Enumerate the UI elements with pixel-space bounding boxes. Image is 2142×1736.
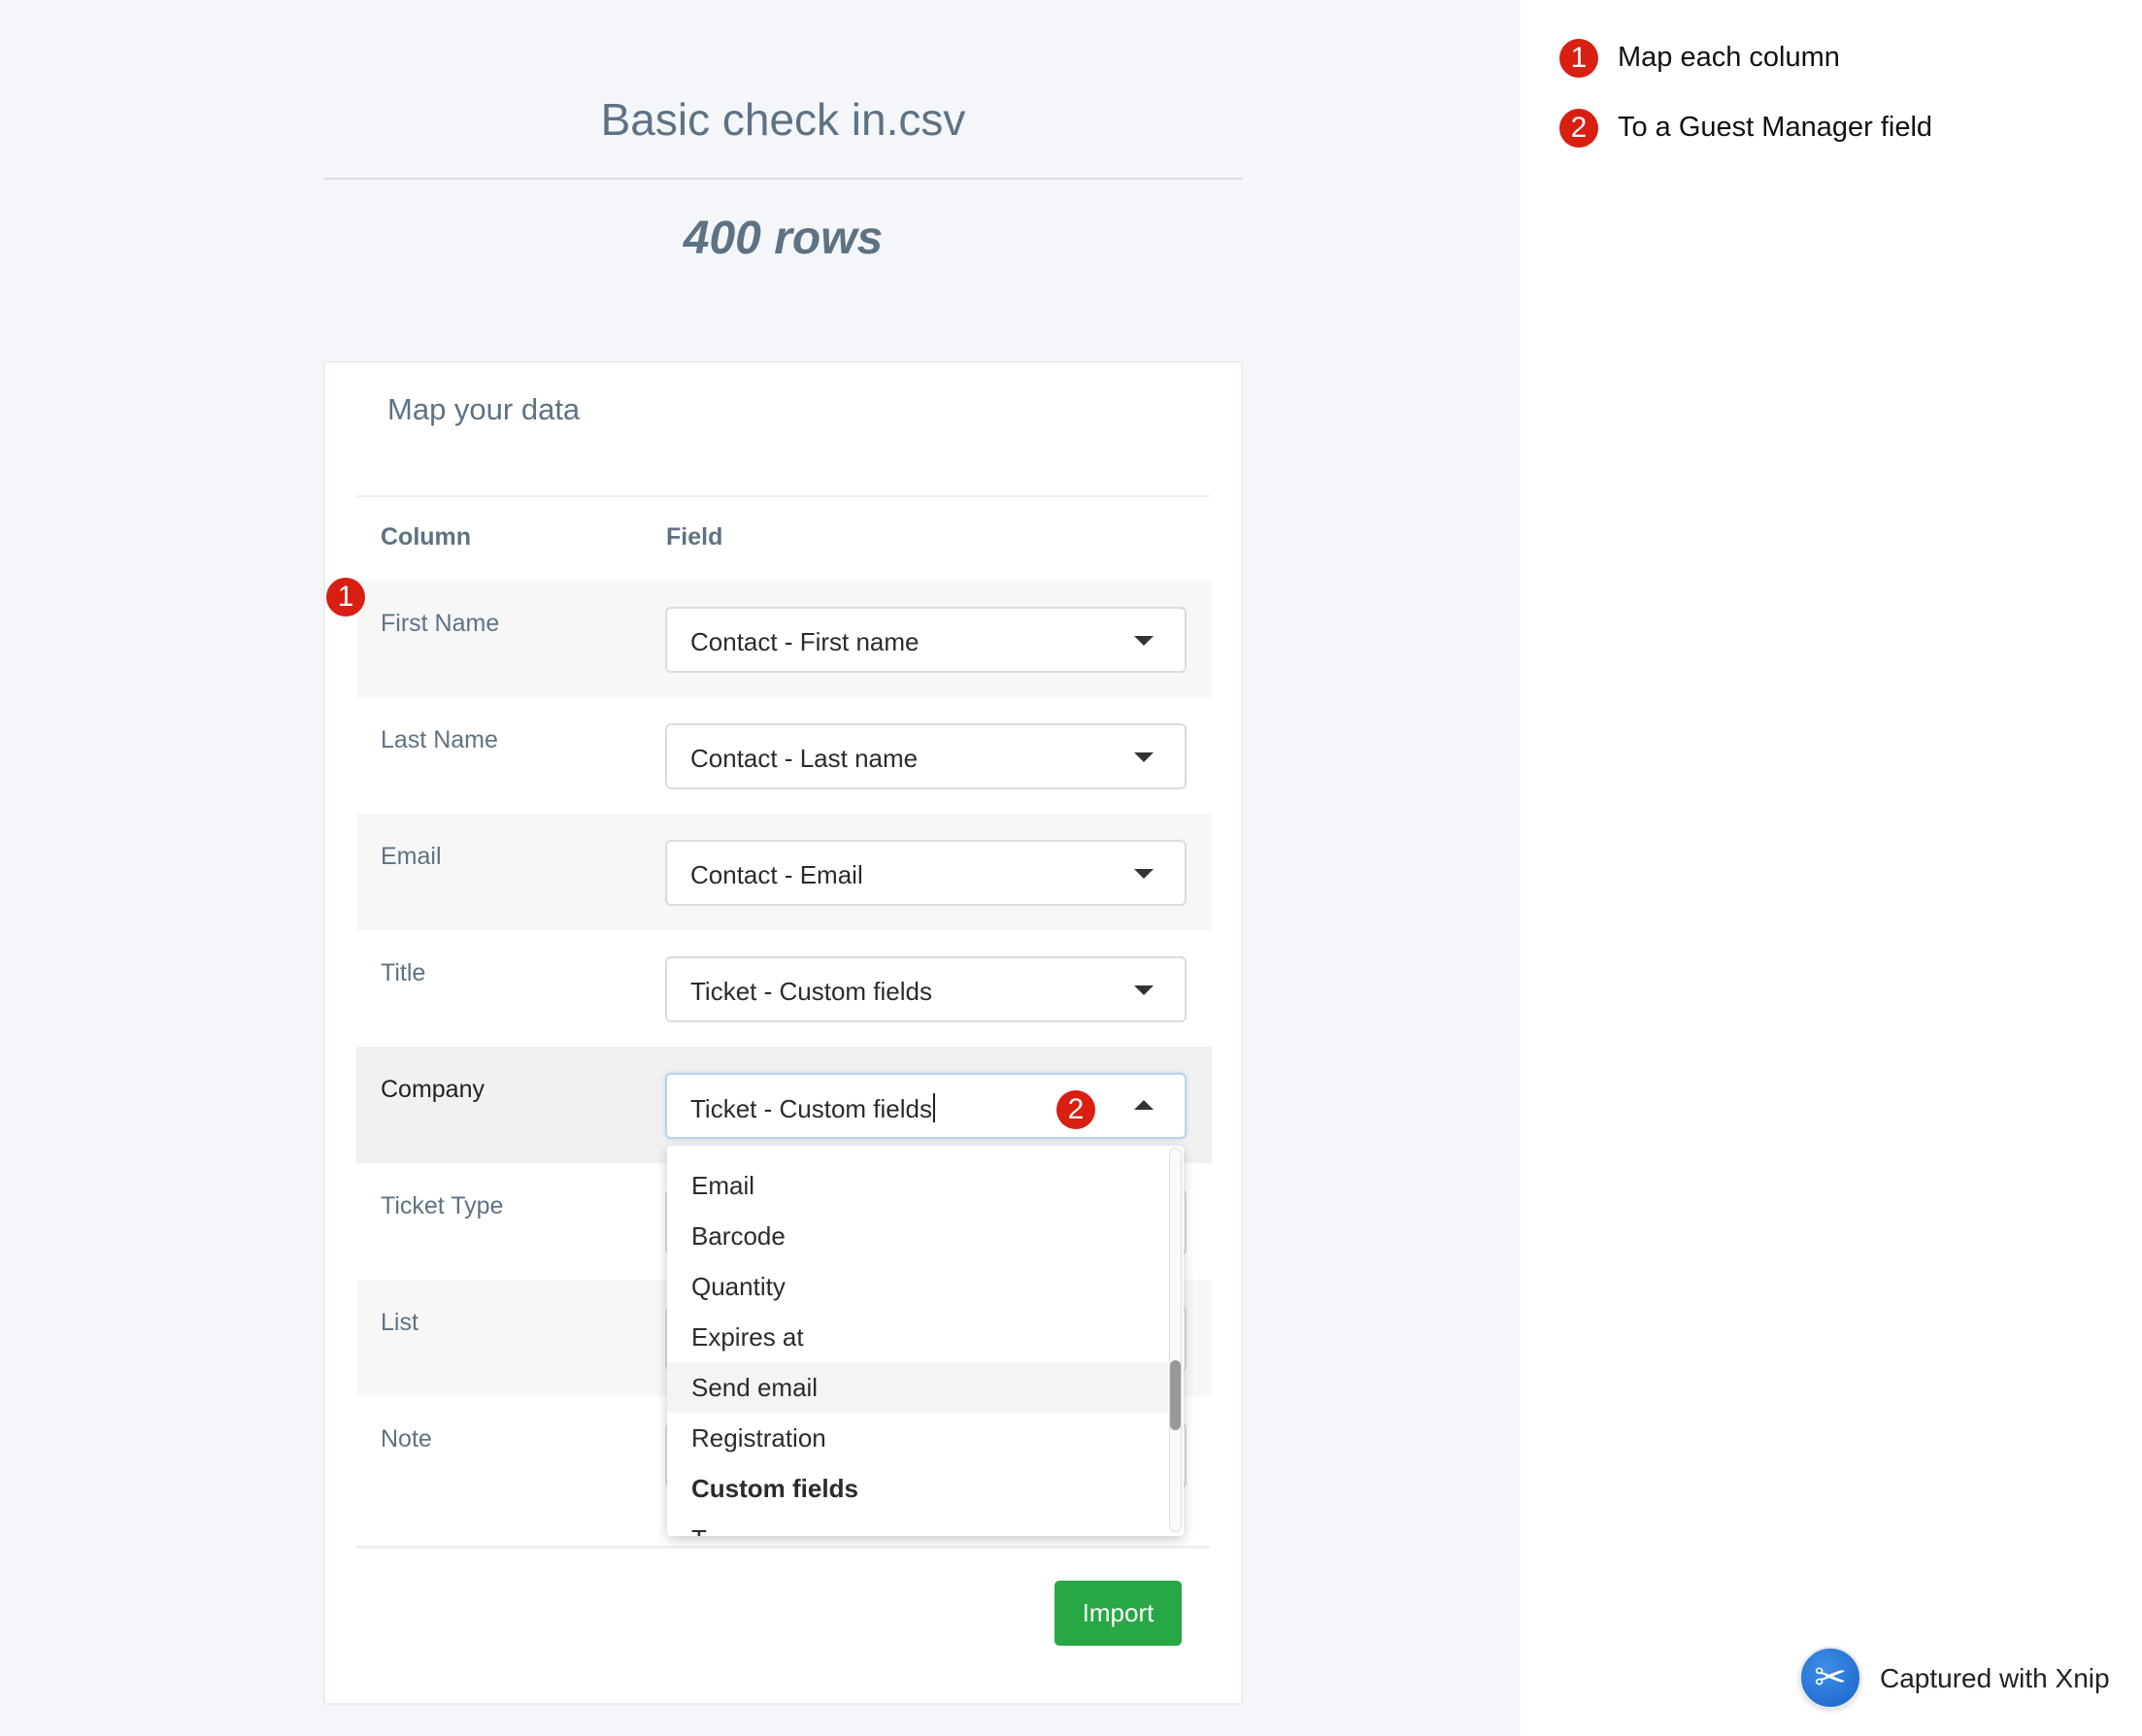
- mapping-row: Email Contact - Email: [356, 814, 1212, 930]
- field-select[interactable]: Contact - Last name: [665, 723, 1187, 789]
- select-value: Contact - First name: [690, 627, 920, 656]
- column-name: Ticket Type: [381, 1192, 504, 1219]
- legend-badge-1: 1: [1559, 39, 1598, 78]
- dropdown-option[interactable]: Quantity: [667, 1261, 1168, 1312]
- dropdown-group-label: Custom fields: [691, 1474, 858, 1503]
- scissors-icon: ✂: [1799, 1647, 1861, 1709]
- column-header: Column: [381, 523, 472, 551]
- column-name: List: [381, 1309, 418, 1336]
- annotation-badge-1: 1: [326, 578, 365, 617]
- annotation-badge-2: 2: [1056, 1090, 1095, 1129]
- field-select[interactable]: Ticket - Custom fields: [665, 956, 1187, 1022]
- dropdown-option[interactable]: Barcode: [667, 1211, 1168, 1261]
- header-divider: [356, 495, 1210, 497]
- column-name: Email: [381, 843, 442, 870]
- annotation-panel: [1521, 0, 2142, 1736]
- column-name: Title: [381, 959, 426, 986]
- column-name: Note: [381, 1425, 432, 1452]
- select-input[interactable]: Ticket - Custom fields: [690, 1093, 935, 1124]
- page-title: Basic check in.csv: [600, 94, 966, 145]
- dropdown-option[interactable]: Registration: [667, 1413, 1168, 1463]
- field-header: Field: [666, 523, 723, 551]
- select-value: Contact - Last name: [690, 744, 919, 773]
- caret-down-icon: [1134, 985, 1154, 995]
- dropdown-option-partial[interactable]: T...: [667, 1514, 1168, 1536]
- card-title: Map your data: [387, 392, 581, 426]
- title-divider: [323, 178, 1243, 180]
- dropdown-option-highlighted[interactable]: Send email: [667, 1362, 1168, 1413]
- select-value: Contact - Email: [690, 860, 863, 889]
- mapping-row: First Name Contact - First name: [356, 581, 1212, 697]
- select-value: Ticket - Custom fields: [690, 977, 932, 1006]
- mapping-row: Title Ticket - Custom fields: [356, 930, 1212, 1047]
- field-select[interactable]: Contact - Email: [665, 840, 1187, 906]
- scrollbar-thumb[interactable]: [1170, 1360, 1181, 1430]
- column-name: Company: [381, 1076, 485, 1103]
- mapping-row: Last Name Contact - Last name: [356, 697, 1212, 814]
- field-dropdown-menu: Email Barcode Quantity Expires at Send e…: [667, 1146, 1184, 1536]
- caret-down-icon: [1134, 869, 1154, 879]
- field-select[interactable]: Contact - First name: [665, 607, 1187, 673]
- scrollbar-track[interactable]: [1169, 1148, 1182, 1532]
- dropdown-option[interactable]: Expires at: [667, 1312, 1168, 1362]
- column-name: First Name: [381, 610, 500, 637]
- dropdown-option[interactable]: Email: [667, 1160, 1168, 1211]
- import-button[interactable]: Import: [1054, 1581, 1182, 1646]
- column-name: Last Name: [381, 726, 498, 753]
- legend-badge-2: 2: [1559, 109, 1598, 148]
- field-select-open[interactable]: Ticket - Custom fields: [665, 1073, 1187, 1139]
- select-value: Ticket - Custom fields: [690, 1094, 932, 1123]
- caret-up-icon[interactable]: [1134, 1100, 1154, 1110]
- row-count: 400 rows: [683, 213, 884, 264]
- text-cursor: [932, 1093, 935, 1122]
- caret-down-icon: [1134, 752, 1154, 762]
- main-panel: Basic check in.csv 400 rows Map your dat…: [0, 0, 1521, 1736]
- legend-note-1: Map each column: [1618, 42, 1840, 73]
- caret-down-icon: [1134, 636, 1154, 646]
- footer-divider: [356, 1546, 1210, 1549]
- watermark-text: Captured with Xnip: [1880, 1663, 2110, 1693]
- legend-note-2: To a Guest Manager field: [1618, 112, 1933, 143]
